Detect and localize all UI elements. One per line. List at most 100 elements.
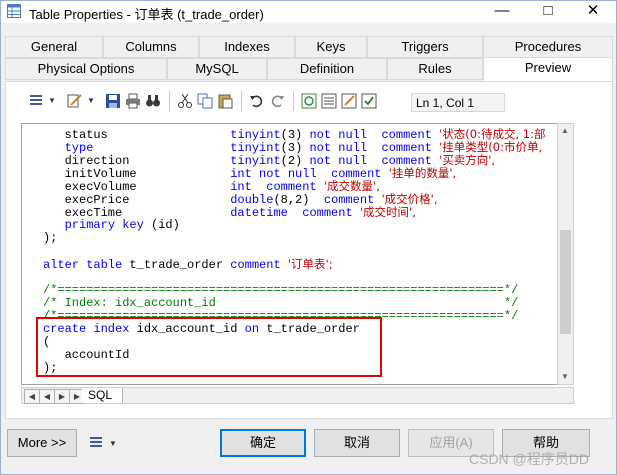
code-token: not null [259,167,317,181]
scroll-up-icon[interactable]: ▲ [561,126,569,135]
code-token: status [43,128,231,142]
code-token: ); [43,361,58,375]
edit-script-icon[interactable] [339,91,359,111]
code-token: type [64,141,94,155]
code-token: initVolume [43,167,231,181]
code-token: direction [43,154,231,168]
code-token: tinyint [230,141,281,155]
maximize-icon[interactable]: □ [525,1,571,23]
tab-sql[interactable]: SQL [82,388,123,403]
code-token: comment [266,180,317,194]
code-line: initVolume int not null comment '挂单的数量', [43,166,457,181]
scroll-down-icon[interactable]: ▼ [561,372,569,381]
tab-columns[interactable]: Columns [103,36,199,58]
code-token: execVolume [43,180,231,194]
code-token: '买卖方向', [439,153,496,167]
copy-icon[interactable] [195,91,215,111]
code-token: create index [43,322,130,336]
code-line: ); [43,362,57,375]
more-button[interactable]: More >> [7,429,77,457]
code-token: primary key [64,218,144,232]
properties-icon[interactable] [319,91,339,111]
first-tab-icon[interactable]: ◀ [24,389,40,404]
code-token: int [230,180,252,194]
code-line: create index idx_account_id on t_trade_o… [43,323,360,336]
paste-icon[interactable] [215,91,235,111]
find-icon[interactable] [143,91,163,111]
window-title: Table Properties - 订单表 (t_trade_order) [29,7,264,22]
code-token: '成交价格', [381,192,438,206]
chevron-down-icon[interactable]: ▼ [48,96,56,105]
code-token: alter table [43,258,123,272]
tab-triggers[interactable]: Triggers [367,36,483,58]
undo-icon[interactable] [247,91,267,111]
print-icon[interactable] [123,91,143,111]
editor-tab-bar: ◀ ◀ ▶ ▶ SQL [21,387,574,404]
code-token: int [230,167,252,181]
chevron-down-icon[interactable]: ▼ [87,96,95,105]
code-token: '订单表'; [287,257,333,271]
next-tab-icon[interactable]: ▶ [54,389,70,404]
code-token: ( [43,335,51,349]
close-icon[interactable]: ✕ [570,1,616,23]
table-properties-window: Table Properties - 订单表 (t_trade_order) —… [0,0,617,475]
tab-indexes[interactable]: Indexes [199,36,295,58]
code-token: /* Index: idx_account_id */ [43,296,519,310]
code-token: on [244,322,260,336]
cancel-button[interactable]: 取消 [314,429,400,457]
redo-icon[interactable] [267,91,287,111]
tab-general[interactable]: General [5,36,103,58]
code-line: ); [43,232,57,245]
format-icon[interactable] [27,91,47,111]
watermark: CSDN @程序员DD [469,451,589,467]
tab-procedures[interactable]: Procedures [483,36,613,58]
code-token: comment [381,128,432,142]
code-token: (3) [280,128,310,142]
code-token: '状态(0:待成交, 1:部 [439,127,546,141]
scrollbar-thumb[interactable] [560,230,571,334]
tab-preview[interactable]: Preview [483,57,613,81]
cursor-position: Ln 1, Col 1 [411,93,505,112]
code-line: alter table t_trade_order comment '订单表'; [43,257,333,272]
vertical-scrollbar[interactable]: ▲ ▼ [557,123,574,385]
code-line: execVolume int comment '成交数量', [43,180,380,194]
code-token: comment [381,141,432,155]
minimize-icon[interactable]: — [479,1,525,23]
tab-physical-options[interactable]: Physical Options [5,58,167,80]
cut-icon[interactable] [175,91,195,111]
title-bar: Table Properties - 订单表 (t_trade_order) —… [1,1,616,23]
edit-icon[interactable] [65,91,85,111]
prev-tab-icon[interactable]: ◀ [39,389,55,404]
code-token: datetime [230,206,288,220]
tab-definition[interactable]: Definition [267,58,387,80]
tab-keys[interactable]: Keys [295,36,367,58]
code-token: comment [302,206,353,220]
code-token: /*======================================… [43,283,519,297]
code-token: t_trade_order [259,322,360,336]
code-token: '成交时间', [359,205,416,219]
code-token: '挂单的数量', [388,166,457,180]
check-icon[interactable] [359,91,379,111]
format-icon[interactable] [87,433,107,453]
chevron-down-icon[interactable]: ▼ [109,439,117,448]
ok-button[interactable]: 确定 [220,429,306,457]
code-token: (2) [280,154,310,168]
tab-rules[interactable]: Rules [387,58,483,80]
code-line: primary key (id) [43,219,180,232]
sql-preview-editor[interactable]: status tinyint(3) not null comment '状态(0… [21,123,574,385]
code-token: (id) [143,218,180,232]
save-icon[interactable] [103,91,123,111]
refresh-icon[interactable] [299,91,319,111]
table-icon [7,4,21,18]
tab-mysql[interactable]: MySQL [167,58,267,80]
code-token: not null [309,141,368,155]
code-token: comment [230,258,281,272]
